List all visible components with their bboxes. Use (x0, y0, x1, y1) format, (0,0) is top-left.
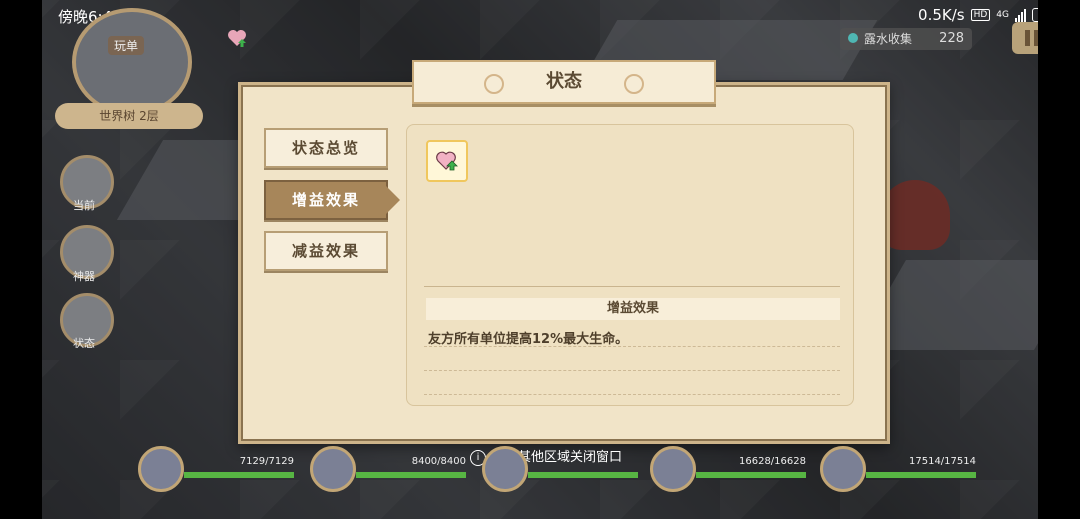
tab-debuffs[interactable]: 减益效果 (264, 231, 388, 271)
party-member-1[interactable]: 7129/7129 (138, 446, 298, 492)
dashed-line (424, 346, 840, 347)
system-status-bar: 傍晚6:49 0.5K/s HD 4G 31 (58, 6, 1062, 26)
tab-buffs[interactable]: 增益效果 (264, 180, 400, 220)
screen-edge (1038, 0, 1080, 519)
location-button-label: 当前 (73, 199, 95, 212)
hero-avatar (482, 446, 528, 492)
party-member-5[interactable]: 17514/17514 (820, 446, 980, 492)
hero-hp-text: 7129/7129 (239, 456, 294, 467)
hero-hp-bar (356, 472, 466, 478)
hero-avatar (310, 446, 356, 492)
status-button-label: 状态 (73, 337, 95, 350)
dialog-title: 状态 (546, 71, 582, 92)
dew-value: 228 (939, 31, 964, 46)
hero-avatar (138, 446, 184, 492)
screen-edge (0, 0, 42, 519)
dialog-title-banner: 状态 (412, 60, 716, 104)
net-speed: 0.5K/s (918, 6, 965, 24)
dew-label: 露水收集 (864, 32, 913, 46)
signal-icon (1015, 8, 1026, 22)
buff-heart-icon[interactable] (226, 27, 248, 49)
buff-slot[interactable] (426, 140, 468, 182)
effect-description-title: 增益效果 (426, 298, 840, 320)
party-member-2[interactable]: 8400/8400 (310, 446, 470, 492)
party-member-3[interactable] (482, 446, 638, 492)
effects-panel (406, 124, 854, 406)
dew-counter: 露水收集 228 (840, 28, 972, 50)
tab-status-overview[interactable]: 状态总览 (264, 128, 388, 168)
hero-avatar (820, 446, 866, 492)
floor-label: 世界树 2层 (55, 103, 203, 129)
hero-hp-bar (696, 472, 806, 478)
hero-hp-text: 16628/16628 (739, 456, 806, 467)
panel-divider (424, 286, 840, 287)
network-type: 4G (996, 10, 1009, 20)
dashed-line (424, 394, 840, 395)
hero-hp-bar (866, 472, 976, 478)
hero-hp-bar (184, 472, 294, 478)
heart-up-icon (436, 151, 458, 171)
hero-hp-text: 8400/8400 (411, 456, 466, 467)
ornament-icon (624, 74, 644, 94)
minimap[interactable] (72, 8, 192, 116)
dew-icon (848, 33, 858, 43)
party-member-4[interactable]: 16628/16628 (650, 446, 810, 492)
ornament-icon (484, 74, 504, 94)
artifact-button-label: 神器 (73, 270, 95, 283)
minimap-label: 玩单 (108, 36, 145, 55)
hero-hp-bar (528, 472, 638, 478)
effect-description-text: 友方所有单位提高12%最大生命。 (428, 332, 629, 347)
hero-hp-text: 17514/17514 (909, 456, 976, 467)
hero-avatar (650, 446, 696, 492)
dashed-line (424, 370, 840, 371)
hd-badge: HD (970, 9, 991, 21)
